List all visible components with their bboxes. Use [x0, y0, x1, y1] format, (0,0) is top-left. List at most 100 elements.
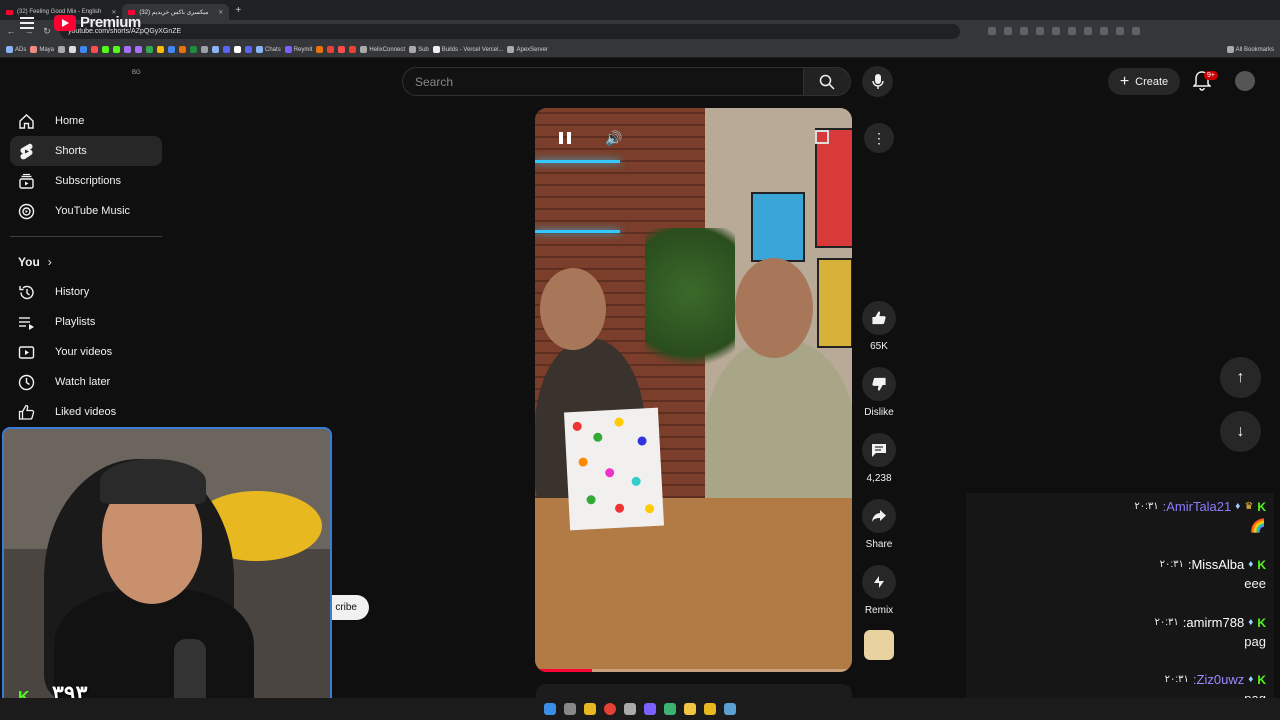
back-icon[interactable]: ←	[6, 26, 16, 36]
sidebar-item-playlists[interactable]: Playlists	[10, 307, 162, 337]
fullscreen-icon[interactable]	[815, 130, 829, 144]
extension-icon[interactable]	[1052, 27, 1060, 35]
app-icon[interactable]	[704, 703, 716, 715]
search-placeholder: Search	[415, 74, 454, 89]
bookmark-label: Reymit	[293, 46, 313, 53]
bookmark[interactable]: HelixConnect	[360, 46, 405, 53]
app-icon[interactable]	[584, 703, 596, 715]
bookmark-icon-only[interactable]	[58, 46, 66, 53]
next-short-button[interactable]: ↓	[1220, 411, 1261, 452]
extension-icon[interactable]	[1004, 27, 1012, 35]
bookmark[interactable]: Maya	[30, 46, 54, 53]
bookmark-icon-only[interactable]	[327, 46, 335, 53]
remix-button[interactable]: Remix	[856, 565, 902, 631]
youtube-logo[interactable]: Premium	[54, 14, 141, 31]
bookmark-label: HelixConnect	[369, 46, 406, 53]
pause-icon[interactable]	[559, 132, 571, 144]
all-bookmarks[interactable]: All Bookmarks	[1226, 46, 1274, 53]
sidebar-item-watch-later[interactable]: Watch later	[10, 367, 162, 397]
sound-thumbnail[interactable]	[864, 630, 894, 660]
bookmark-icon-only[interactable]	[146, 46, 154, 53]
bookmark-icon-only[interactable]	[338, 46, 346, 53]
bookmark-icon-only[interactable]	[316, 46, 324, 53]
extension-icon[interactable]	[1020, 27, 1028, 35]
sidebar-you-header[interactable]: You ›	[10, 247, 162, 277]
bookmark[interactable]: ADs	[6, 46, 26, 53]
extension-icon[interactable]	[988, 27, 996, 35]
bookmark-icon-only[interactable]	[223, 46, 231, 53]
chevron-right-icon: ›	[47, 255, 52, 269]
bookmark-icon-only[interactable]	[190, 46, 198, 53]
dislike-button[interactable]: Dislike	[856, 367, 902, 433]
extension-icon[interactable]	[1100, 27, 1108, 35]
bookmark-icon-only[interactable]	[201, 46, 209, 53]
bookmark[interactable]: Sub	[409, 46, 429, 53]
extension-icon[interactable]	[1132, 27, 1140, 35]
app-icon[interactable]	[724, 703, 736, 715]
app-icon[interactable]	[644, 703, 656, 715]
sidebar-item-liked-videos[interactable]: Liked videos	[10, 397, 162, 427]
menu-icon[interactable]	[20, 17, 34, 29]
extension-icon[interactable]	[1084, 27, 1092, 35]
sidebar-item-home[interactable]: Home	[10, 106, 162, 136]
new-tab-icon[interactable]: +	[235, 5, 241, 16]
previous-short-button[interactable]: ↑	[1220, 357, 1261, 398]
address-bar[interactable]: youtube.com/shorts/AZpQGyXGnZE	[60, 23, 960, 39]
voice-search-button[interactable]	[862, 66, 893, 97]
app-icon[interactable]	[624, 703, 636, 715]
search-button[interactable]	[803, 67, 851, 96]
video-frame-neon	[535, 160, 620, 163]
more-options-button[interactable]: ⋮	[864, 123, 894, 153]
close-tab-icon[interactable]: ✕	[218, 9, 223, 16]
extension-icon[interactable]	[1068, 27, 1076, 35]
video-frame-head-left	[540, 268, 606, 350]
chat-time: ۲۰:۳۱	[1154, 617, 1179, 628]
bookmark-icon-only[interactable]	[69, 46, 77, 53]
bookmark-icon-only[interactable]	[179, 46, 187, 53]
account-avatar[interactable]	[1235, 71, 1255, 91]
bookmark-icon-only[interactable]	[124, 46, 132, 53]
bookmark-icon-only[interactable]	[234, 46, 242, 53]
share-button[interactable]: Share	[856, 499, 902, 565]
app-icon[interactable]	[664, 703, 676, 715]
sidebar-item-youtube-music[interactable]: YouTube Music	[10, 196, 162, 226]
bookmark-icon-only[interactable]	[157, 46, 165, 53]
comments-button[interactable]: 4,238	[856, 433, 902, 499]
search-input[interactable]: Search	[402, 67, 804, 96]
extension-icon[interactable]	[1036, 27, 1044, 35]
chrome-icon[interactable]	[604, 703, 616, 715]
video-frame-poster	[751, 192, 805, 262]
crown-badge-icon: ♛	[1244, 501, 1254, 512]
bookmark-icon-only[interactable]	[212, 46, 220, 53]
create-button[interactable]: + Create	[1108, 68, 1180, 95]
bookmark-icon-only[interactable]	[245, 46, 253, 53]
chat-username: :amirm788	[1182, 615, 1245, 630]
bookmark[interactable]: ApexServer	[507, 46, 548, 53]
bookmark[interactable]: Reymit	[284, 46, 313, 53]
bookmark-icon-only[interactable]	[80, 46, 88, 53]
video-progress-bar[interactable]	[535, 669, 852, 672]
bookmark-icon-only[interactable]	[113, 46, 121, 53]
bookmark-icon-only[interactable]	[168, 46, 176, 53]
subscriptions-icon	[18, 173, 35, 190]
bookmark-icon-only[interactable]	[102, 46, 110, 53]
sidebar-item-history[interactable]: History	[10, 277, 162, 307]
volume-icon[interactable]: 🔊	[605, 130, 622, 147]
sidebar-item-subscriptions[interactable]: Subscriptions	[10, 166, 162, 196]
task-view-icon[interactable]	[564, 703, 576, 715]
short-video-player[interactable]: 🔊	[535, 108, 852, 672]
like-button[interactable]: 65K	[856, 301, 902, 367]
bookmark-icon-only[interactable]	[91, 46, 99, 53]
sidebar-item-label: Home	[55, 115, 85, 127]
file-explorer-icon[interactable]	[684, 703, 696, 715]
start-menu-icon[interactable]	[544, 703, 556, 715]
subscribe-button-partial[interactable]: cribe	[332, 595, 369, 620]
sidebar-item-shorts[interactable]: Shorts	[10, 136, 162, 166]
bookmark[interactable]: Builds - Vercel Vercel...	[432, 46, 503, 53]
bookmark-icon-only[interactable]	[135, 46, 143, 53]
bookmark[interactable]: Chats	[256, 46, 281, 53]
bookmark-icon-only[interactable]	[349, 46, 357, 53]
sidebar-item-your-videos[interactable]: Your videos	[10, 337, 162, 367]
extension-icon[interactable]	[1116, 27, 1124, 35]
reload-icon[interactable]: ↻	[42, 26, 52, 37]
